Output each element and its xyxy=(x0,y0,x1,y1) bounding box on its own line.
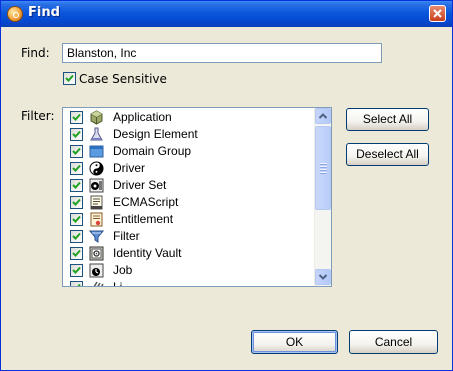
filter-list[interactable]: Application Design Element Domain Group … xyxy=(62,107,332,287)
find-dialog: Find Find: Case Sensitive Filter: Applic… xyxy=(0,0,453,371)
filter-label: Filter: xyxy=(21,109,55,123)
list-item[interactable]: Driver xyxy=(63,160,314,177)
checkmark-icon xyxy=(72,181,81,189)
checkmark-icon xyxy=(72,198,81,206)
certificate-icon xyxy=(90,212,103,227)
item-checkbox[interactable] xyxy=(70,111,83,124)
find-label: Find: xyxy=(21,46,50,60)
chevron-up-icon xyxy=(318,113,328,119)
item-checkbox[interactable] xyxy=(70,247,83,260)
cube-icon xyxy=(90,110,103,125)
item-label: Entitlement xyxy=(113,212,174,226)
chevron-down-icon xyxy=(318,274,328,280)
list-item[interactable]: Identity Vault xyxy=(63,245,314,262)
checkmark-icon xyxy=(72,215,81,223)
checkmark-icon xyxy=(72,266,81,274)
close-button[interactable] xyxy=(429,5,446,22)
item-label: Domain Group xyxy=(113,144,192,158)
list-item[interactable]: Li xyxy=(63,279,314,286)
find-input[interactable] xyxy=(62,43,382,63)
item-checkbox[interactable] xyxy=(70,230,83,243)
checkmark-icon xyxy=(72,113,81,121)
checkmark-icon xyxy=(72,130,81,138)
script-icon xyxy=(90,195,103,210)
app-icon xyxy=(7,6,23,22)
driver-set-icon xyxy=(89,178,104,193)
scroll-up-button[interactable] xyxy=(315,108,331,124)
list-item[interactable]: Entitlement xyxy=(63,211,314,228)
case-sensitive-checkbox[interactable] xyxy=(63,72,76,85)
list-item[interactable]: Domain Group xyxy=(63,143,314,160)
item-checkbox[interactable] xyxy=(70,179,83,192)
item-label: ECMAScript xyxy=(113,195,179,209)
deselect-all-button[interactable]: Deselect All xyxy=(346,143,429,166)
item-checkbox[interactable] xyxy=(70,213,83,226)
title-bar[interactable]: Find xyxy=(1,1,452,27)
list-item[interactable]: Filter xyxy=(63,228,314,245)
checkmark-icon xyxy=(72,249,81,257)
flask-icon xyxy=(90,127,103,141)
close-icon xyxy=(433,9,442,18)
folder-group-icon xyxy=(89,145,104,158)
item-checkbox[interactable] xyxy=(70,196,83,209)
scroll-thumb[interactable] xyxy=(315,126,331,210)
checkmark-icon xyxy=(72,164,81,172)
vault-icon xyxy=(89,246,104,261)
yin-yang-icon xyxy=(89,161,104,176)
checkmark-icon xyxy=(65,74,74,82)
select-all-button[interactable]: Select All xyxy=(346,108,429,131)
item-label: Driver Set xyxy=(113,178,167,192)
checkmark-icon xyxy=(72,232,81,240)
list-item[interactable]: Application xyxy=(63,109,314,126)
item-checkbox[interactable] xyxy=(70,145,83,158)
item-label: Application xyxy=(113,110,172,124)
checkmark-icon xyxy=(77,283,81,286)
item-label: Filter xyxy=(113,229,140,243)
job-icon xyxy=(89,263,104,278)
case-sensitive-label[interactable]: Case Sensitive xyxy=(79,72,167,86)
item-label: Job xyxy=(113,263,133,277)
vertical-scrollbar[interactable] xyxy=(314,108,331,286)
item-label: Design Element xyxy=(113,127,198,141)
scroll-down-button[interactable] xyxy=(315,269,331,285)
window-title: Find xyxy=(28,5,60,20)
item-label: Driver xyxy=(113,161,145,175)
cancel-button[interactable]: Cancel xyxy=(349,330,438,354)
item-checkbox[interactable] xyxy=(70,162,83,175)
item-label: Identity Vault xyxy=(113,246,182,260)
item-checkbox[interactable] xyxy=(70,128,83,141)
ok-button[interactable]: OK xyxy=(251,330,338,354)
funnel-icon xyxy=(89,230,104,243)
list-item[interactable]: Job xyxy=(63,262,314,279)
item-label: Li xyxy=(113,280,122,286)
list-item[interactable]: ECMAScript xyxy=(63,194,314,211)
list-item[interactable]: Driver Set xyxy=(63,177,314,194)
item-checkbox[interactable] xyxy=(70,281,83,286)
library-icon xyxy=(93,281,104,286)
checkmark-icon xyxy=(72,147,81,155)
item-checkbox[interactable] xyxy=(70,264,83,277)
list-item[interactable]: Design Element xyxy=(63,126,314,143)
